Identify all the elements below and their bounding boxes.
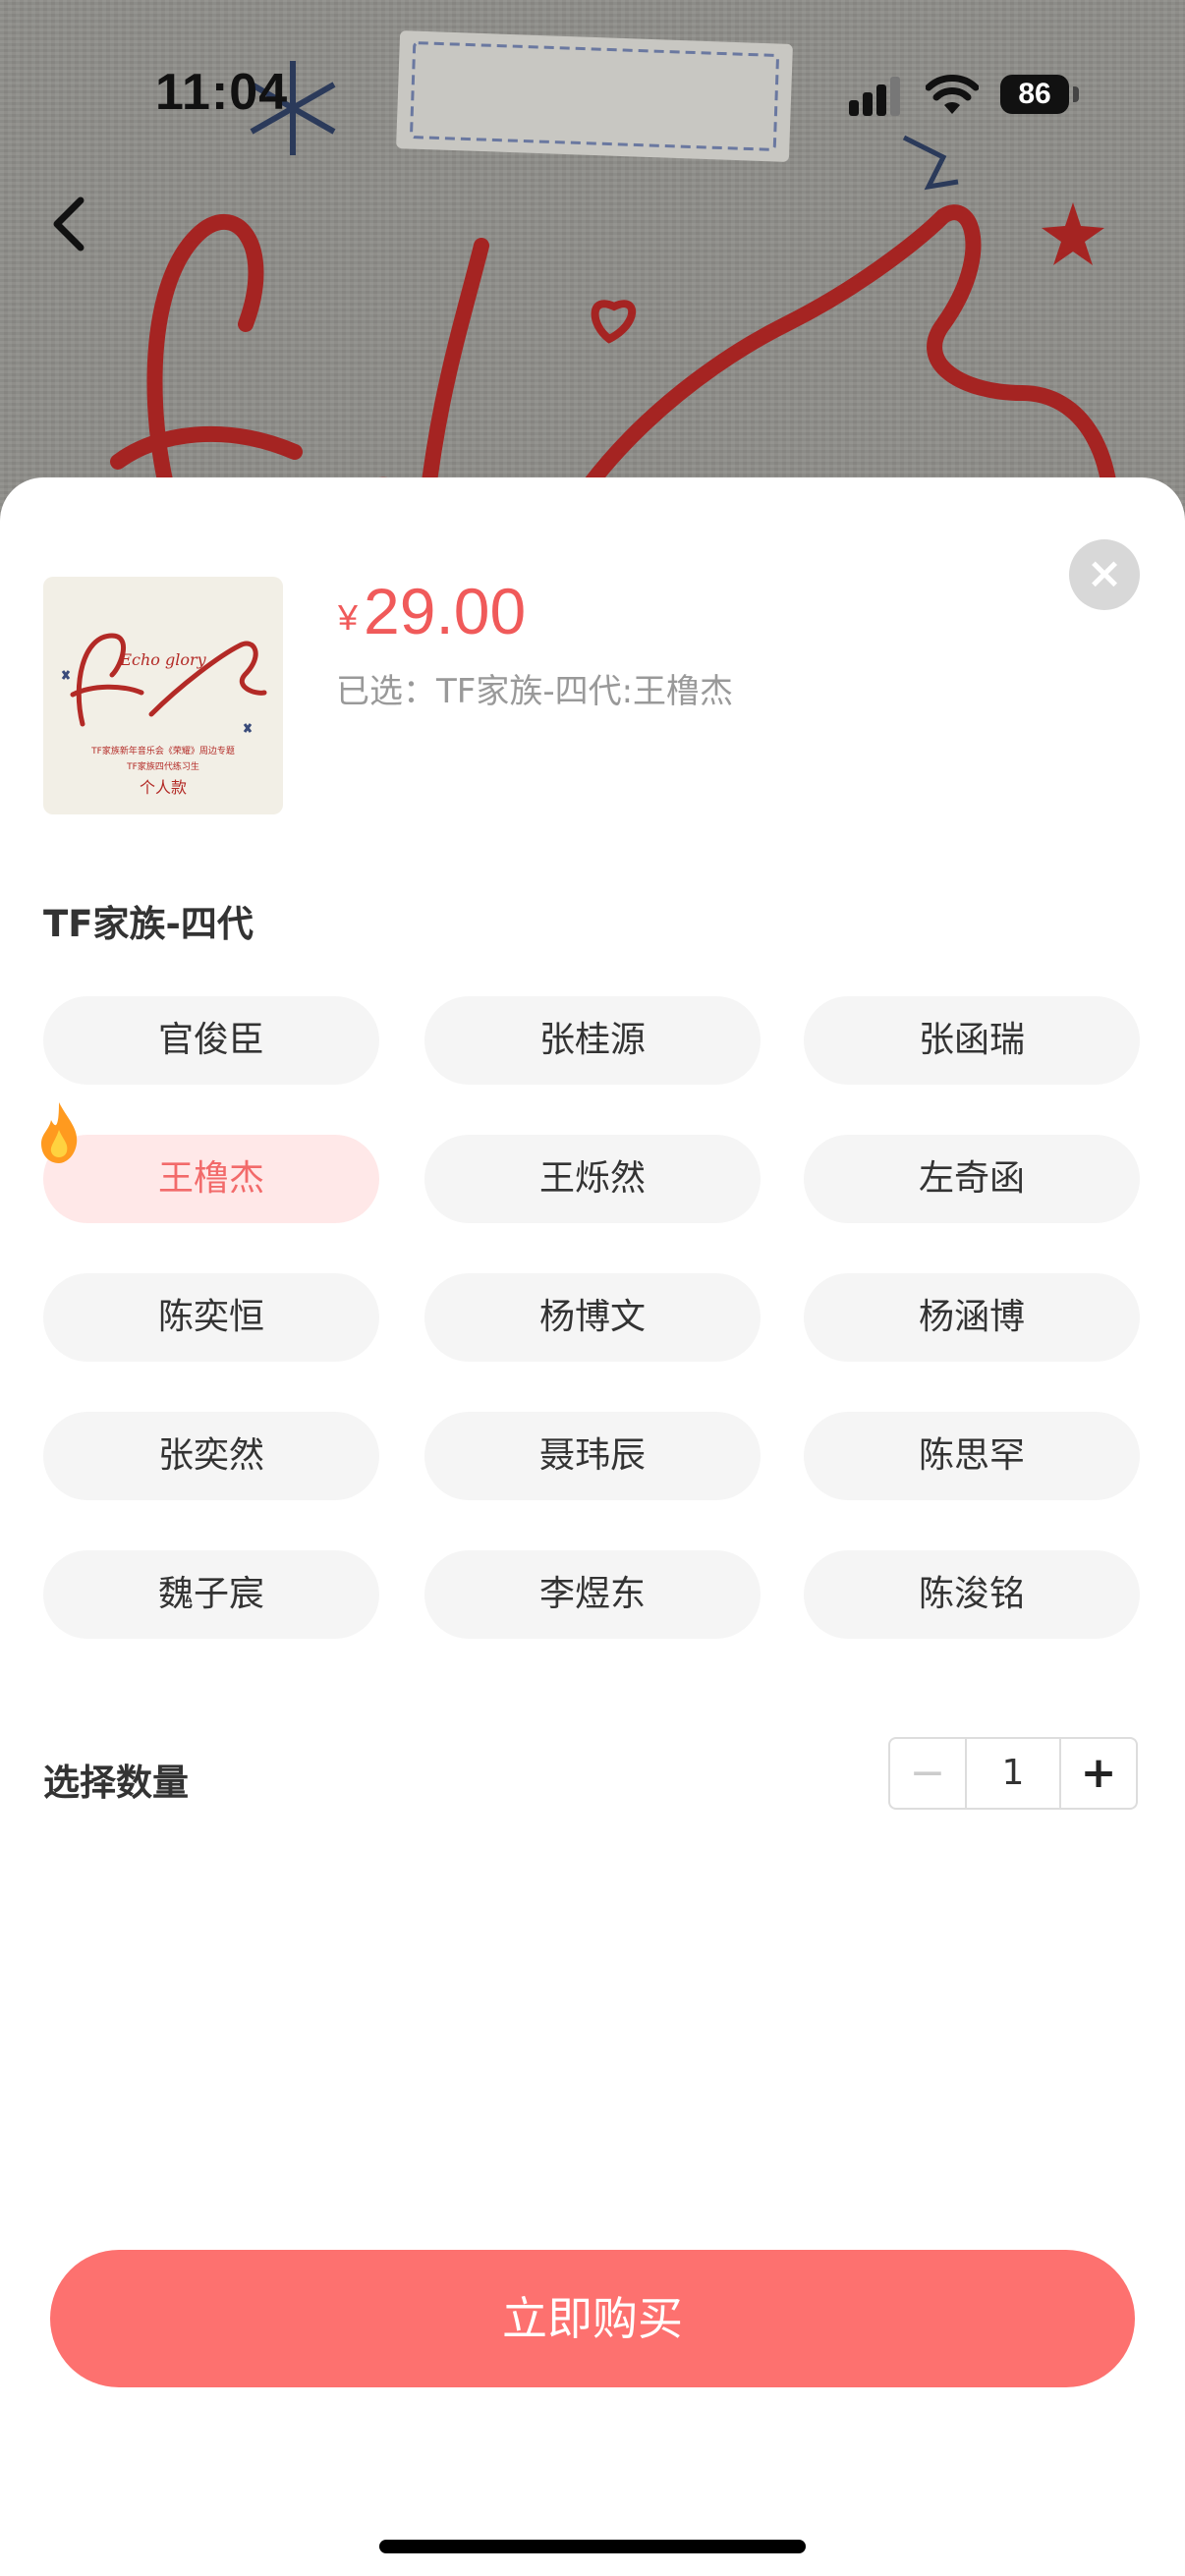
- fire-icon: [41, 1102, 78, 1163]
- back-arrow-icon[interactable]: [43, 193, 92, 255]
- option-chip[interactable]: 张函瑞: [804, 996, 1140, 1085]
- thumbnail-caption-1: TF家族新年音乐会《荣耀》周边专题: [90, 745, 235, 756]
- buy-now-button[interactable]: 立即购买: [50, 2250, 1135, 2387]
- thumbnail-caption-3: 个人款: [140, 778, 187, 797]
- option-chip[interactable]: 陈思罕: [804, 1412, 1140, 1500]
- option-chip[interactable]: 张桂源: [424, 996, 761, 1085]
- option-chip[interactable]: 陈奕恒: [43, 1273, 379, 1362]
- decrement-button[interactable]: −: [890, 1739, 967, 1808]
- product-thumbnail: Echo glory TF家族新年音乐会《荣耀》周边专题 TF家族四代练习生 个…: [43, 577, 283, 814]
- quantity-stepper: − 1 +: [888, 1737, 1138, 1810]
- home-indicator: [379, 2540, 806, 2553]
- currency-symbol: ¥: [338, 597, 359, 638]
- thumbnail-caption-2: TF家族四代练习生: [126, 760, 199, 772]
- increment-button[interactable]: +: [1059, 1739, 1136, 1808]
- option-group-title: TF家族-四代: [43, 903, 254, 945]
- quantity-label: 选择数量: [43, 1762, 189, 1804]
- banner-label: [396, 30, 793, 162]
- battery-cap: [1073, 86, 1079, 102]
- option-chip[interactable]: 魏子宸: [43, 1550, 379, 1639]
- option-chip[interactable]: 张奕然: [43, 1412, 379, 1500]
- option-chip[interactable]: 陈浚铭: [804, 1550, 1140, 1639]
- thumbnail-logo: Echo glory: [119, 650, 206, 669]
- price-display: ¥29.00: [338, 574, 526, 648]
- option-chip[interactable]: 杨博文: [424, 1273, 761, 1362]
- product-hero-background: 11:04 86: [0, 0, 1185, 550]
- status-time: 11:04: [155, 64, 289, 121]
- option-chip[interactable]: 聂玮辰: [424, 1412, 761, 1500]
- selected-variant-text: 已选：TF家族-四代:王橹杰: [336, 672, 734, 711]
- price-value: 29.00: [364, 575, 527, 647]
- option-chip[interactable]: 左奇函: [804, 1135, 1140, 1223]
- cellular-signal-icon: [849, 77, 900, 116]
- option-chip[interactable]: 官俊臣: [43, 996, 379, 1085]
- wifi-icon: [926, 75, 979, 114]
- option-chip-selected[interactable]: 王橹杰: [43, 1135, 379, 1223]
- option-chip[interactable]: 王烁然: [424, 1135, 761, 1223]
- quantity-value[interactable]: 1: [967, 1739, 1059, 1808]
- option-chip[interactable]: 杨涵博: [804, 1273, 1140, 1362]
- close-icon[interactable]: ×: [1069, 539, 1140, 610]
- option-chip[interactable]: 李煜东: [424, 1550, 761, 1639]
- battery-indicator: 86: [1000, 75, 1069, 114]
